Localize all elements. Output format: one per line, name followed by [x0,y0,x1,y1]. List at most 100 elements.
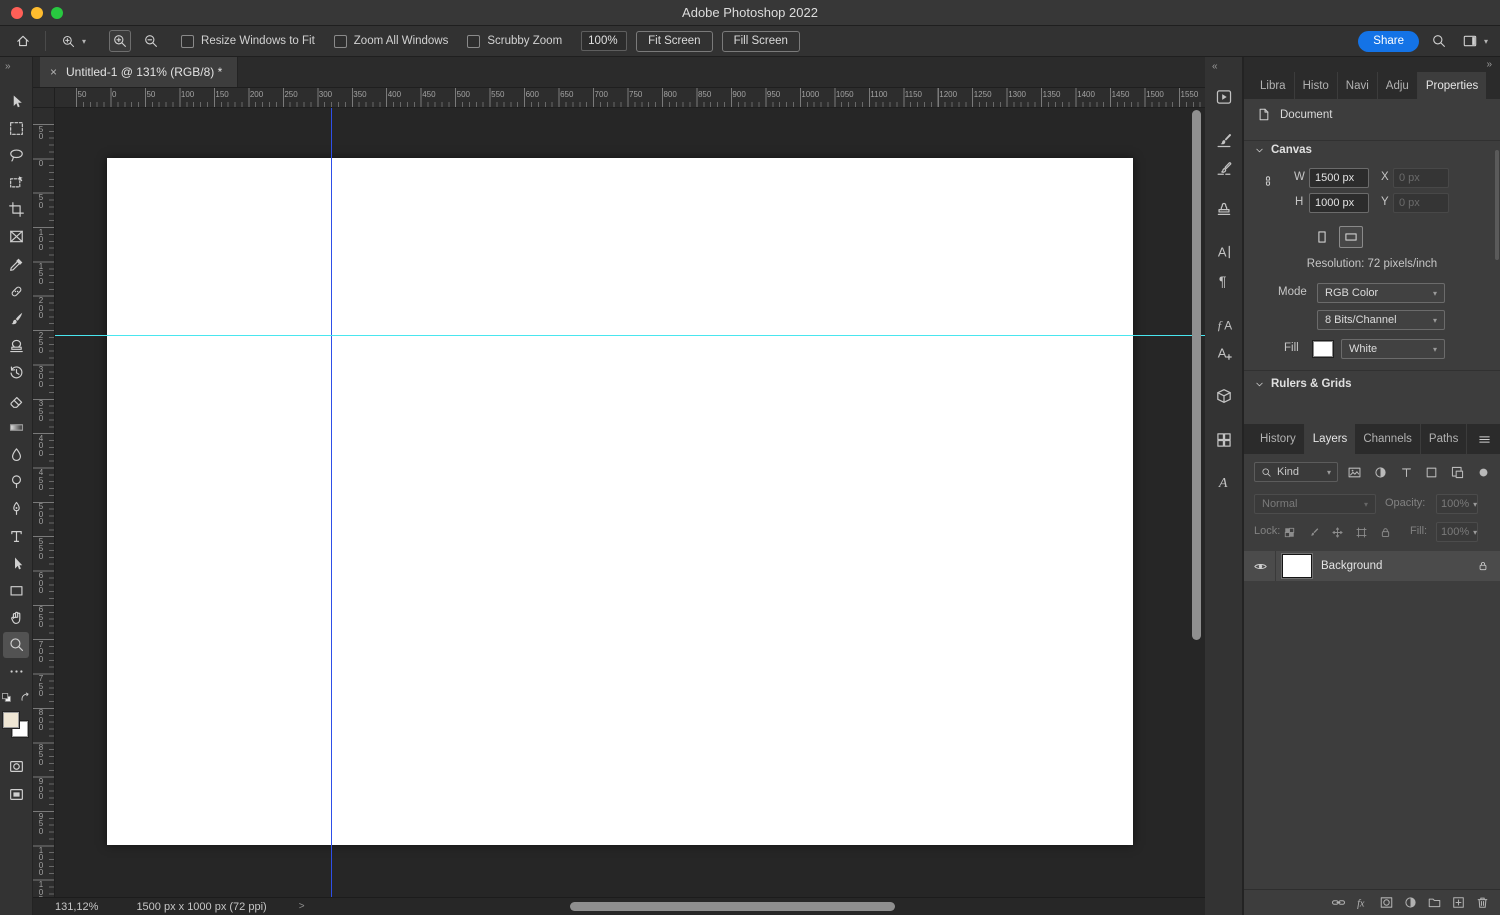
height-input[interactable]: 1000 px [1309,193,1369,213]
delete-layer-icon[interactable] [1473,894,1491,912]
resize-windows-to-fit-checkbox[interactable]: Resize Windows to Fit [181,35,315,48]
layer-row-background[interactable]: Background [1244,551,1500,581]
new-layer-icon[interactable] [1449,894,1467,912]
share-button[interactable]: Share [1358,31,1419,52]
type-tool[interactable] [3,523,29,549]
edit-toolbar-button[interactable] [3,659,29,685]
status-zoom-input[interactable]: 131,12% [55,901,98,913]
canvas-section-header[interactable]: Canvas [1254,144,1312,156]
lock-transparency-icon[interactable] [1281,524,1298,541]
layer-mask-icon[interactable] [1377,894,1395,912]
screen-mode-button[interactable] [3,781,29,807]
bit-depth-select[interactable]: 8 Bits/Channel ▾ [1317,310,1445,330]
character-panel-icon[interactable]: A [1212,240,1236,264]
horizontal-ruler[interactable]: 5005010015020025030035040045050055060065… [55,88,1205,108]
pen-tool[interactable] [3,496,29,522]
actions-panel-icon[interactable] [1212,85,1236,109]
default-colors-icon[interactable] [0,691,13,705]
brush-settings-panel-icon[interactable] [1212,128,1236,152]
checkbox[interactable] [334,35,347,48]
clone-stamp-tool[interactable] [3,333,29,359]
chevron-down-icon[interactable]: ▾ [82,37,86,46]
styles-panel-icon[interactable]: A [1212,470,1236,494]
swap-colors-icon[interactable] [19,691,32,705]
fill-select[interactable]: White ▾ [1341,339,1445,359]
move-tool[interactable] [3,88,29,114]
paragraph-panel-icon[interactable]: ¶ [1212,269,1236,293]
zoom-all-windows-checkbox[interactable]: Zoom All Windows [334,35,449,48]
horizontal-guide[interactable] [55,335,1205,336]
panel-tab-properties[interactable]: Properties [1418,72,1486,99]
close-window-button[interactable] [11,7,23,19]
vertical-ruler[interactable]: 5005010015020025030035040045050055060065… [33,108,55,897]
filter-shape-layers-icon[interactable] [1423,464,1440,481]
clone-source-panel-icon[interactable] [1212,196,1236,220]
panel-tab-history[interactable]: History [1252,424,1305,454]
eraser-tool[interactable] [3,387,29,413]
panel-tab-histogram[interactable]: Histo [1295,72,1338,99]
zoom-out-button[interactable] [140,30,162,52]
hand-tool[interactable] [3,605,29,631]
zoom-tool-icon[interactable] [57,30,79,52]
close-tab-icon[interactable]: × [50,65,57,79]
expand-panels-icon[interactable]: « [1205,57,1242,72]
character-styles-panel-icon[interactable]: A [1212,341,1236,365]
panel-tab-navigator[interactable]: Navi [1338,72,1378,99]
quick-mask-button[interactable] [3,754,29,780]
fill-screen-button[interactable]: Fill Screen [722,31,800,52]
portrait-orientation-button[interactable] [1310,226,1334,248]
panel-tab-paths[interactable]: Paths [1421,424,1467,454]
adjustment-layer-icon[interactable] [1401,894,1419,912]
fit-screen-button[interactable]: Fit Screen [636,31,712,52]
history-brush-tool[interactable] [3,360,29,386]
canvas[interactable] [107,158,1133,845]
lock-all-icon[interactable] [1377,524,1394,541]
foreground-color-swatch[interactable] [3,712,19,728]
filter-smart-objects-icon[interactable] [1449,464,1466,481]
panel-tab-channels[interactable]: Channels [1355,424,1421,454]
filter-type-layers-icon[interactable] [1398,464,1415,481]
rulers-grids-section-header[interactable]: Rulers & Grids [1254,378,1352,390]
blur-tool[interactable] [3,441,29,467]
vertical-guide[interactable] [331,108,332,897]
status-menu-chevron-icon[interactable]: > [299,901,305,912]
search-icon[interactable] [1428,30,1450,52]
rectangular-marquee-tool[interactable] [3,115,29,141]
layer-lock-icon[interactable] [1477,560,1489,572]
eyedropper-tool[interactable] [3,251,29,277]
object-selection-tool[interactable] [3,170,29,196]
link-layers-icon[interactable] [1329,894,1347,912]
layer-thumbnail[interactable] [1282,554,1312,578]
checkbox[interactable] [467,35,480,48]
filter-pixel-layers-icon[interactable] [1346,464,1363,481]
glyphs-panel-icon[interactable]: ƒA [1212,313,1236,337]
zoom-level-input[interactable]: 100% [581,31,627,51]
gradient-tool[interactable] [3,414,29,440]
panel-tab-layers[interactable]: Layers [1305,424,1356,454]
scrubby-zoom-checkbox[interactable]: Scrubby Zoom [467,35,562,48]
rectangle-tool[interactable] [3,577,29,603]
filter-toggle-icon[interactable] [1475,464,1492,481]
layer-name[interactable]: Background [1321,560,1477,572]
filter-kind-select[interactable]: Kind ▾ [1254,462,1338,482]
brushes-panel-icon[interactable] [1212,156,1236,180]
fullscreen-window-button[interactable] [51,7,63,19]
expand-toolbar-icon[interactable]: » [0,57,32,75]
brush-tool[interactable] [3,306,29,332]
frame-tool[interactable] [3,224,29,250]
lock-artboard-icon[interactable] [1353,524,1370,541]
3d-panel-icon[interactable] [1212,384,1236,408]
zoom-tool[interactable] [3,632,29,658]
panel-tab-libraries[interactable]: Libra [1252,72,1295,99]
spot-healing-brush-tool[interactable] [3,278,29,304]
pasteboard[interactable] [55,108,1205,897]
new-group-icon[interactable] [1425,894,1443,912]
document-tab[interactable]: × Untitled-1 @ 131% (RGB/8) * [40,57,238,87]
landscape-orientation-button[interactable] [1339,226,1363,248]
panel-menu-icon[interactable] [1469,424,1500,454]
panel-tab-adjustments[interactable]: Adju [1378,72,1418,99]
layer-effects-icon[interactable]: fx [1353,894,1371,912]
lasso-tool[interactable] [3,142,29,168]
workspace-switcher-icon[interactable] [1459,30,1481,52]
lock-paint-icon[interactable] [1305,524,1322,541]
